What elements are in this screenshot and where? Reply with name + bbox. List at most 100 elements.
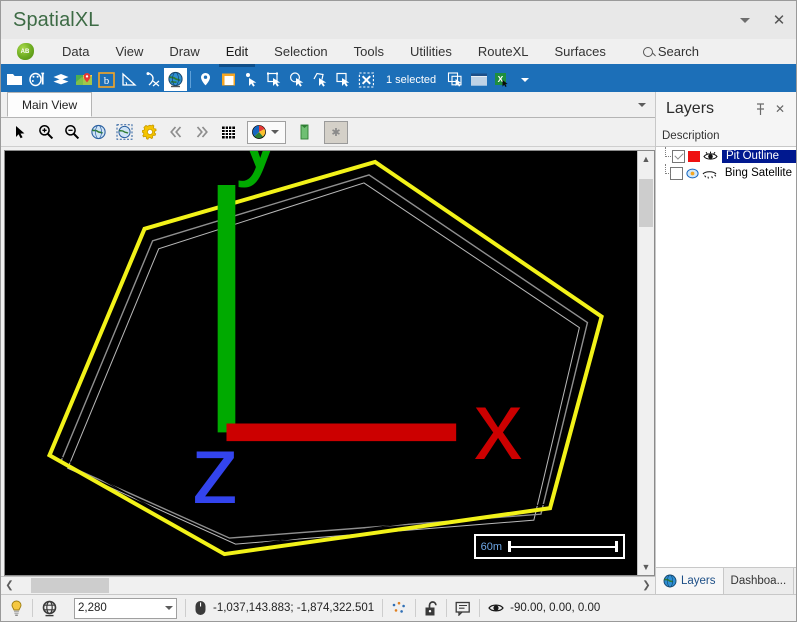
- horizontal-scroll-thumb[interactable]: [31, 578, 109, 593]
- view-toolbar: ✱: [1, 118, 655, 147]
- clear-selection-button[interactable]: [355, 68, 378, 91]
- close-window-button[interactable]: ✕: [762, 5, 796, 35]
- hint-toggle-button[interactable]: [1, 595, 32, 621]
- layers-panel: Layers ✕ Description Pit Outline Bing Sa…: [656, 92, 796, 594]
- close-panel-button[interactable]: ✕: [770, 99, 790, 119]
- select-point-button[interactable]: [240, 68, 263, 91]
- pointer-arrow-button[interactable]: [7, 120, 33, 144]
- layer-visibility-checkbox[interactable]: [669, 167, 683, 180]
- layer-render-toggle[interactable]: [702, 167, 717, 180]
- export-excel-button[interactable]: X: [490, 68, 513, 91]
- grid-toggle-button[interactable]: [215, 120, 241, 144]
- menu-item-utilities[interactable]: Utilities: [397, 39, 465, 64]
- view-settings-button[interactable]: [137, 120, 163, 144]
- scroll-left-button[interactable]: ❮: [1, 577, 18, 594]
- scale-bar-cap-left: [508, 541, 511, 552]
- menu-label: Data: [62, 44, 90, 59]
- select-inside-button[interactable]: [332, 68, 355, 91]
- layer-row-bing-satellite[interactable]: Bing Satellite: [656, 164, 796, 182]
- next-view-icon: [196, 126, 208, 138]
- layers-stack-button[interactable]: [49, 68, 72, 91]
- vertical-scroll-track[interactable]: [638, 167, 654, 559]
- copy-selection-button[interactable]: [444, 68, 467, 91]
- scale-combo-cell: 2,280: [66, 595, 185, 621]
- lock-toggle-button[interactable]: [416, 595, 446, 621]
- layer-colour-swatch[interactable]: [688, 151, 700, 162]
- layers-column-header[interactable]: Description: [656, 126, 796, 147]
- measure-angle-button[interactable]: [118, 68, 141, 91]
- copy-selection-icon: [448, 72, 462, 87]
- layer-render-toggle[interactable]: [703, 150, 718, 163]
- search-icon: [642, 46, 653, 57]
- canvas-horizontal-scrollbar[interactable]: ❮ ❯: [1, 576, 655, 594]
- pin-panel-button[interactable]: [750, 99, 770, 119]
- app-logo-button[interactable]: AB: [1, 39, 49, 64]
- cursor-coordinates-cell: -1,037,143.883; -1,874,322.501: [186, 595, 382, 621]
- projection-button[interactable]: [33, 595, 66, 621]
- scale-value: 2,280: [78, 602, 107, 614]
- tab-main-view[interactable]: Main View: [7, 92, 93, 117]
- annotation-toggle-button[interactable]: [447, 595, 479, 621]
- menu-item-data[interactable]: Data: [49, 39, 102, 64]
- layer-visibility-checkbox[interactable]: [672, 150, 685, 163]
- palette-settings-button[interactable]: [26, 68, 49, 91]
- eye-visible-icon: [488, 604, 504, 612]
- snap-mode-button[interactable]: [383, 595, 415, 621]
- zoom-extents-button[interactable]: [85, 120, 111, 144]
- zoom-selected-button[interactable]: [111, 120, 137, 144]
- view-tab-overflow-button[interactable]: [629, 93, 655, 117]
- map-pin-button[interactable]: [72, 68, 95, 91]
- vertical-scroll-thumb[interactable]: [639, 179, 653, 227]
- scroll-up-button[interactable]: ▲: [638, 151, 654, 167]
- colour-legend-combo[interactable]: [247, 120, 286, 144]
- tree-rail: [660, 147, 672, 165]
- minimize-ribbon-button[interactable]: [728, 5, 762, 35]
- attribute-table-button[interactable]: [467, 68, 490, 91]
- select-circle-icon: [289, 72, 304, 87]
- layer-row-pit-outline[interactable]: Pit Outline: [656, 147, 796, 165]
- status-bar: 2,280 -1,037,143.883; -1,874,322.501 -90…: [1, 594, 796, 621]
- select-rectangle-button[interactable]: [263, 68, 286, 91]
- menu-item-routexl[interactable]: RouteXL: [465, 39, 542, 64]
- snapshot-icon: ✱: [331, 126, 341, 139]
- map-canvas[interactable]: y x z 60m: [5, 151, 637, 575]
- panel-tab-dashboard[interactable]: Dashboa...: [723, 568, 795, 594]
- previous-view-button[interactable]: [163, 120, 189, 144]
- menu-item-draw[interactable]: Draw: [156, 39, 212, 64]
- search-button[interactable]: Search: [619, 39, 699, 64]
- select-rectangle-icon: [267, 72, 281, 87]
- grid-toggle-icon: [221, 126, 235, 138]
- location-marker-button[interactable]: [194, 68, 217, 91]
- layers-panel-title: Layers: [666, 100, 715, 117]
- scroll-right-button[interactable]: ❯: [638, 577, 655, 594]
- bing-maps-button[interactable]: b: [95, 68, 118, 91]
- next-view-button[interactable]: [189, 120, 215, 144]
- snap-vertex-button[interactable]: [141, 68, 164, 91]
- chevron-down-icon: [638, 103, 646, 107]
- menu-item-tools[interactable]: Tools: [341, 39, 397, 64]
- snap-points-icon: [392, 601, 406, 613]
- scale-combo[interactable]: 2,280: [74, 597, 177, 619]
- panel-tab-layers[interactable]: Layers: [656, 568, 724, 594]
- layer-type-icon-cell[interactable]: [686, 168, 699, 179]
- menu-item-surfaces[interactable]: Surfaces: [542, 39, 619, 64]
- measure-angle-icon: [122, 72, 137, 86]
- bookmark-flag-button[interactable]: [292, 120, 318, 144]
- digitize-window-button[interactable]: [217, 68, 240, 91]
- menu-item-view[interactable]: View: [102, 39, 156, 64]
- menu-item-selection[interactable]: Selection: [261, 39, 340, 64]
- zoom-in-button[interactable]: [33, 120, 59, 144]
- menu-item-edit[interactable]: Edit: [213, 39, 261, 67]
- previous-view-icon: [170, 126, 182, 138]
- scroll-down-button[interactable]: ▼: [638, 559, 654, 575]
- snapshot-button[interactable]: ✱: [324, 120, 348, 144]
- select-circle-button[interactable]: [286, 68, 309, 91]
- open-folder-button[interactable]: [3, 68, 26, 91]
- layers-stack-icon: [53, 74, 68, 85]
- select-polygon-button[interactable]: [309, 68, 332, 91]
- ribbon-overflow-button[interactable]: [513, 68, 536, 91]
- zoom-out-button[interactable]: [59, 120, 85, 144]
- canvas-vertical-scrollbar[interactable]: ▲ ▼: [637, 151, 654, 575]
- globe-button[interactable]: [164, 68, 187, 91]
- horizontal-scroll-track[interactable]: [18, 577, 638, 594]
